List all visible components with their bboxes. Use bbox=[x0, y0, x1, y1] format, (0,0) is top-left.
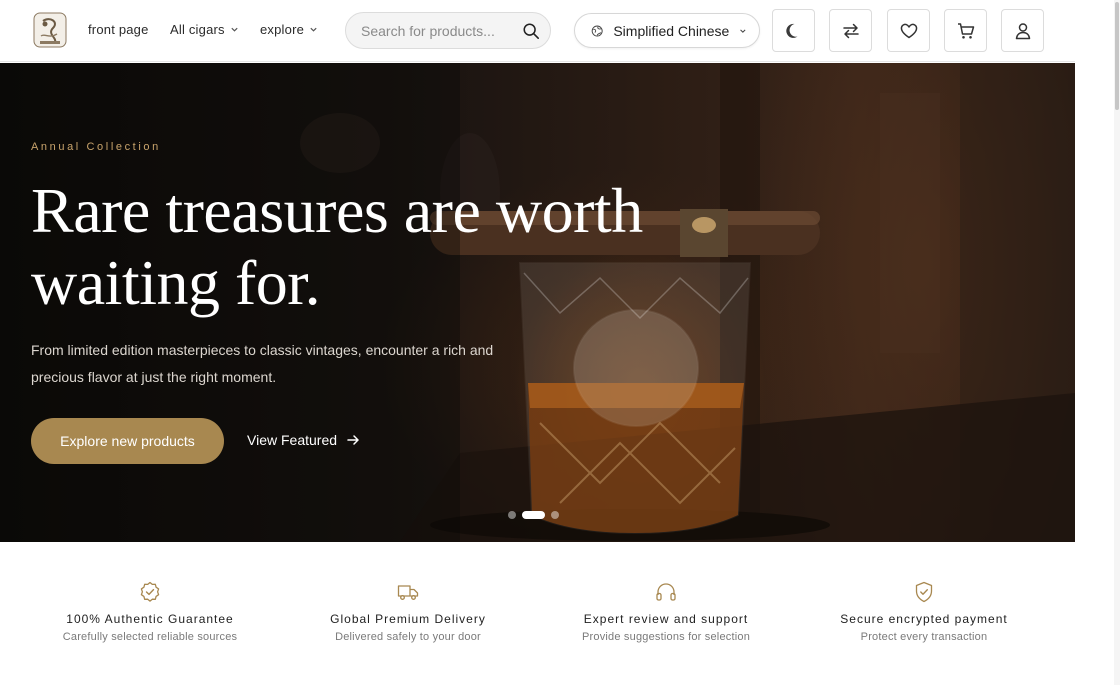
carousel-dot[interactable] bbox=[508, 511, 516, 519]
page-scrollbar-thumb[interactable] bbox=[1115, 2, 1119, 110]
nav-label: front page bbox=[88, 22, 149, 37]
nav-label: explore bbox=[260, 22, 305, 37]
language-label: Simplified Chinese bbox=[613, 22, 730, 39]
globe-icon bbox=[591, 25, 603, 36]
cart-icon bbox=[957, 22, 974, 39]
truck-icon bbox=[397, 585, 419, 600]
compare-icon bbox=[842, 23, 859, 38]
feature-title: Global Premium Delivery bbox=[330, 612, 486, 626]
nav-label: All cigars bbox=[170, 22, 225, 37]
moon-icon bbox=[785, 23, 797, 38]
site-header: front page All cigars explore Simplified… bbox=[0, 0, 1075, 62]
heart-icon bbox=[900, 23, 917, 38]
feature-description: Delivered safely to your door bbox=[335, 631, 481, 643]
explore-new-products-button[interactable]: Explore new products bbox=[31, 418, 224, 464]
headline-line-2: waiting for. bbox=[31, 247, 321, 318]
carousel-dot[interactable] bbox=[522, 511, 545, 519]
feature-description: Provide suggestions for selection bbox=[581, 631, 751, 643]
shield-check-icon bbox=[915, 581, 933, 603]
compare-button[interactable] bbox=[829, 9, 872, 52]
carousel-dot[interactable] bbox=[551, 511, 559, 519]
feature-authentic: 100% Authentic Guarantee Carefully selec… bbox=[30, 580, 270, 643]
feature-support: Expert review and support Provide sugges… bbox=[546, 580, 786, 643]
view-featured-label: View Featured bbox=[247, 432, 338, 448]
chevron-down-icon bbox=[231, 27, 238, 32]
hero-banner: Annual Collection Rare treasures are wor… bbox=[0, 63, 1075, 542]
feature-description: Protect every transaction bbox=[860, 631, 988, 643]
user-icon bbox=[1015, 22, 1030, 39]
feature-description: Carefully selected reliable sources bbox=[62, 631, 238, 643]
search-bar bbox=[345, 12, 551, 49]
carousel-indicators bbox=[508, 511, 559, 519]
logo-icon[interactable] bbox=[33, 12, 67, 48]
feature-title: Expert review and support bbox=[583, 612, 749, 626]
feature-secure-payment: Secure encrypted payment Protect every t… bbox=[804, 580, 1044, 643]
hero-eyebrow: Annual Collection bbox=[31, 141, 161, 153]
language-selector[interactable]: Simplified Chinese bbox=[574, 13, 760, 48]
hero-headline: Rare treasures are worth waiting for. bbox=[31, 175, 751, 319]
hero-subtext: From limited edition masterpieces to cla… bbox=[31, 342, 494, 385]
search-input[interactable] bbox=[361, 22, 522, 39]
chevron-down-icon bbox=[310, 27, 317, 32]
wishlist-button[interactable] bbox=[887, 9, 930, 52]
feature-delivery: Global Premium Delivery Delivered safely… bbox=[288, 580, 528, 643]
view-featured-link[interactable]: View Featured bbox=[247, 432, 360, 448]
search-icon[interactable] bbox=[522, 22, 540, 40]
feature-title: 100% Authentic Guarantee bbox=[66, 612, 234, 626]
features-strip: 100% Authentic Guarantee Carefully selec… bbox=[0, 542, 1075, 685]
nav-front-page[interactable]: front page bbox=[88, 22, 149, 37]
theme-toggle-button[interactable] bbox=[772, 9, 815, 52]
nav-all-cigars[interactable]: All cigars bbox=[170, 22, 239, 37]
feature-title: Secure encrypted payment bbox=[840, 612, 1008, 626]
chevron-down-icon bbox=[740, 28, 746, 33]
cart-button[interactable] bbox=[944, 9, 987, 52]
badge-check-icon bbox=[140, 581, 160, 602]
nav-explore[interactable]: explore bbox=[260, 22, 318, 37]
headphones-icon bbox=[656, 583, 676, 601]
arrow-right-icon bbox=[347, 435, 359, 445]
account-button[interactable] bbox=[1001, 9, 1044, 52]
headline-line-1: Rare treasures are worth bbox=[31, 175, 643, 246]
